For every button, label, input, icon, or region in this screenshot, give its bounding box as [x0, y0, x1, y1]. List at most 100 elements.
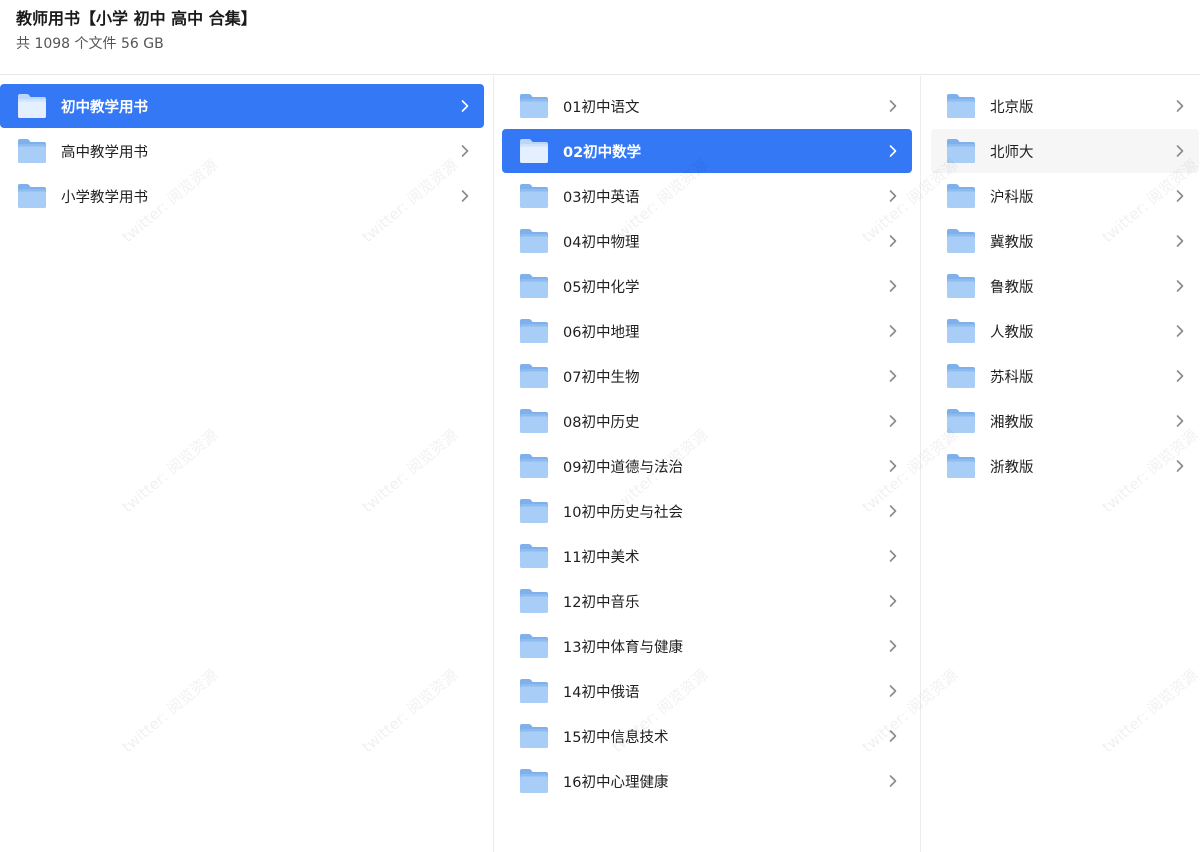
level2-folder-row[interactable]: 04初中物理: [502, 219, 912, 263]
folder-label: 06初中地理: [563, 324, 640, 341]
header: 教师用书【小学 初中 高中 合集】 共 1098 个文件 56 GB: [0, 0, 1200, 75]
folder-label: 07初中生物: [563, 369, 640, 386]
chevron-right-icon: [1175, 234, 1185, 248]
folder-icon: [519, 318, 549, 344]
folder-icon: [946, 408, 976, 434]
chevron-right-icon: [888, 684, 898, 698]
chevron-right-icon: [888, 549, 898, 563]
chevron-right-icon: [460, 99, 470, 113]
level2-folder-row[interactable]: 16初中心理健康: [502, 759, 912, 803]
folder-icon: [946, 138, 976, 164]
level1-folder-row[interactable]: 初中教学用书: [0, 84, 484, 128]
level2-folder-row[interactable]: 13初中体育与健康: [502, 624, 912, 668]
column-browser: 初中教学用书高中教学用书小学教学用书 01初中语文 02初中数学 03初中英语 04初…: [0, 76, 1200, 852]
page-title: 教师用书【小学 初中 高中 合集】: [16, 9, 257, 28]
folder-label: 10初中历史与社会: [563, 504, 683, 521]
chevron-right-icon: [888, 639, 898, 653]
chevron-right-icon: [888, 504, 898, 518]
folder-icon: [946, 93, 976, 119]
chevron-right-icon: [460, 144, 470, 158]
chevron-right-icon: [888, 414, 898, 428]
chevron-right-icon: [1175, 459, 1185, 473]
level3-folder-row[interactable]: 冀教版: [931, 219, 1199, 263]
folder-label: 苏科版: [990, 369, 1034, 386]
folder-icon: [946, 318, 976, 344]
level2-folder-row[interactable]: 11初中美术: [502, 534, 912, 578]
folder-label: 03初中英语: [563, 189, 640, 206]
level2-folder-row[interactable]: 02初中数学: [502, 129, 912, 173]
folder-icon: [946, 453, 976, 479]
chevron-right-icon: [888, 459, 898, 473]
folder-label: 鲁教版: [990, 279, 1034, 296]
folder-icon: [519, 588, 549, 614]
level3-folder-row[interactable]: 北师大: [931, 129, 1199, 173]
column-level-1: 初中教学用书高中教学用书小学教学用书: [0, 76, 492, 852]
folder-icon: [519, 93, 549, 119]
folder-icon: [946, 228, 976, 254]
level3-folder-row[interactable]: 湘教版: [931, 399, 1199, 443]
level2-folder-row[interactable]: 07初中生物: [502, 354, 912, 398]
folder-label: 04初中物理: [563, 234, 640, 251]
folder-label: 人教版: [990, 324, 1034, 341]
folder-icon: [519, 183, 549, 209]
level3-folder-row[interactable]: 人教版: [931, 309, 1199, 353]
level1-folder-row[interactable]: 小学教学用书: [0, 174, 484, 218]
chevron-right-icon: [888, 189, 898, 203]
folder-label: 沪科版: [990, 189, 1034, 206]
folder-icon: [519, 453, 549, 479]
folder-icon: [519, 408, 549, 434]
level1-folder-row[interactable]: 高中教学用书: [0, 129, 484, 173]
folder-label: 北师大: [990, 144, 1034, 161]
chevron-right-icon: [1175, 369, 1185, 383]
chevron-right-icon: [888, 774, 898, 788]
folder-label: 16初中心理健康: [563, 774, 669, 791]
level3-folder-row[interactable]: 浙教版: [931, 444, 1199, 488]
level3-folder-row[interactable]: 鲁教版: [931, 264, 1199, 308]
folder-icon: [17, 93, 47, 119]
folder-label: 高中教学用书: [61, 144, 148, 161]
level2-folder-row[interactable]: 06初中地理: [502, 309, 912, 353]
chevron-right-icon: [1175, 99, 1185, 113]
level3-folder-row[interactable]: 北京版: [931, 84, 1199, 128]
chevron-right-icon: [888, 279, 898, 293]
folder-icon: [946, 183, 976, 209]
chevron-right-icon: [888, 594, 898, 608]
chevron-right-icon: [1175, 189, 1185, 203]
folder-icon: [17, 183, 47, 209]
level2-folder-row[interactable]: 01初中语文: [502, 84, 912, 128]
folder-icon: [519, 498, 549, 524]
folder-icon: [519, 138, 549, 164]
folder-icon: [519, 633, 549, 659]
chevron-right-icon: [888, 144, 898, 158]
folder-icon: [519, 543, 549, 569]
folder-label: 05初中化学: [563, 279, 640, 296]
folder-icon: [17, 138, 47, 164]
folder-icon: [519, 228, 549, 254]
level2-folder-row[interactable]: 03初中英语: [502, 174, 912, 218]
chevron-right-icon: [888, 369, 898, 383]
level2-folder-row[interactable]: 10初中历史与社会: [502, 489, 912, 533]
level3-folder-row[interactable]: 苏科版: [931, 354, 1199, 398]
chevron-right-icon: [888, 729, 898, 743]
folder-label: 13初中体育与健康: [563, 639, 683, 656]
folder-label: 09初中道德与法治: [563, 459, 683, 476]
chevron-right-icon: [460, 189, 470, 203]
folder-icon: [519, 678, 549, 704]
folder-icon: [519, 273, 549, 299]
file-summary: 共 1098 个文件 56 GB: [16, 36, 164, 52]
folder-icon: [519, 768, 549, 794]
folder-label: 15初中信息技术: [563, 729, 669, 746]
level2-folder-row[interactable]: 08初中历史: [502, 399, 912, 443]
level2-folder-row[interactable]: 09初中道德与法治: [502, 444, 912, 488]
chevron-right-icon: [888, 99, 898, 113]
level2-folder-row[interactable]: 14初中俄语: [502, 669, 912, 713]
level3-folder-row[interactable]: 沪科版: [931, 174, 1199, 218]
level2-folder-row[interactable]: 12初中音乐: [502, 579, 912, 623]
chevron-right-icon: [1175, 144, 1185, 158]
folder-label: 北京版: [990, 99, 1034, 116]
chevron-right-icon: [1175, 414, 1185, 428]
level2-folder-row[interactable]: 05初中化学: [502, 264, 912, 308]
folder-label: 08初中历史: [563, 414, 640, 431]
chevron-right-icon: [888, 234, 898, 248]
level2-folder-row[interactable]: 15初中信息技术: [502, 714, 912, 758]
